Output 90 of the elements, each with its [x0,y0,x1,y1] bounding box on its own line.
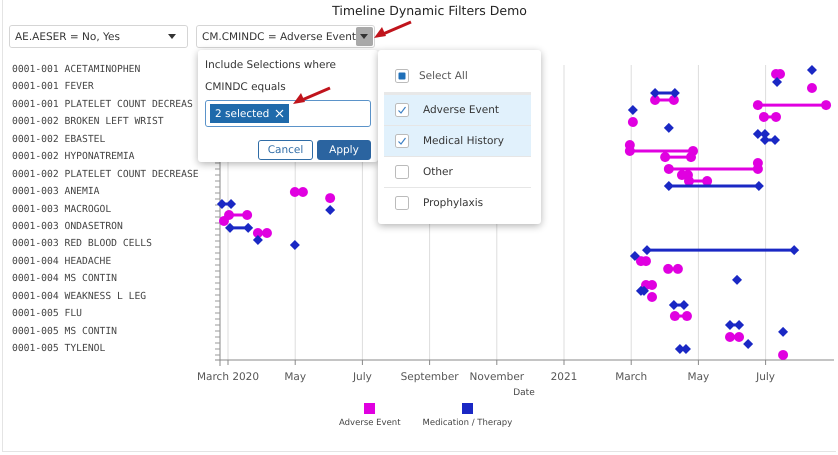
medication-marker [325,204,336,215]
event-marker [252,228,272,238]
option-row[interactable]: Adverse Event [384,95,531,126]
medication-marker [664,122,674,133]
event-marker [628,117,638,127]
arrow-icon [292,86,332,106]
medication-marker [252,234,263,245]
tick-label: May [688,371,710,383]
tick-label: November [469,371,524,383]
axis-title: Date [513,388,535,398]
medication-marker [772,77,782,88]
option-label[interactable]: Prophylaxis [423,197,484,209]
medication-marker [806,65,817,75]
popup-subheading: CMINDC equals [205,80,286,95]
medication-marker [628,104,638,115]
event-marker [724,332,744,342]
cancel-button[interactable]: Cancel [258,140,313,160]
close-icon[interactable] [275,109,284,118]
page-title: Timeline Dynamic Filters Demo [331,2,528,20]
apply-button[interactable]: Apply [317,140,371,160]
legend-label: Adverse Event [339,418,401,428]
medication-marker [216,199,236,210]
option-label[interactable]: Other [423,166,453,178]
row-label: 0001-003 MACROGOL [12,202,112,216]
medication-marker [674,344,691,354]
event-marker [325,193,336,204]
row-label: 0001-003 ANEMIA [12,185,100,200]
row-label: 0001-001 PLATELET COUNT DECREAS [12,98,193,112]
option-label[interactable]: Adverse Event [423,104,500,116]
row-label: 0001-005 TYLENOL [12,342,106,356]
dropdown-toggle[interactable] [356,27,373,46]
medication-marker [724,320,744,330]
row-label: 0001-002 EBASTEL [12,132,106,147]
arrow-icon [373,20,413,40]
option-label[interactable]: Select All [419,70,468,82]
event-marker [636,256,651,266]
event-marker [806,82,817,93]
row-label: 0001-004 WEAKNESS L LEG [12,290,146,304]
event-marker [663,264,683,274]
medication-marker [668,300,689,310]
checkbox-checked-icon[interactable] [395,103,409,117]
row-label: 0001-005 MS CONTIN [12,324,117,339]
row-label: 0001-004 MS CONTIN [12,272,117,286]
row-label: 0001-002 HYPONATREMIA [12,150,134,164]
row-label: 0001-003 ONDASETRON [12,220,123,234]
tick-label: March 2020 [196,371,260,383]
row-label: 0001-001 FEVER [12,80,94,94]
caret-icon [168,34,176,39]
row-label: 0001-001 ACETAMINOPHEN [12,63,140,77]
tick-label: 2021 [550,371,578,383]
tick-label: March [615,371,648,383]
row-label: 0001-004 HEADACHE [12,254,112,269]
medication-marker [732,274,742,285]
caret-icon [360,34,368,39]
event-marker [647,292,658,302]
dropdown-value: AE.AESER = No, Yes [15,30,121,42]
row-label: 0001-003 RED BLOOD CELLS [12,237,152,252]
medication-marker [650,88,680,98]
medication-marker [743,338,754,349]
medication-marker [225,222,254,233]
tick-label: September [400,371,459,383]
option-row[interactable]: Medical History [384,126,531,157]
selection-field[interactable]: 2 selected [205,100,371,127]
event-marker [290,186,308,197]
medication-marker [290,240,300,250]
medication-marker [778,326,788,337]
row-label: 0001-002 PLATELET COUNT DECREASE [12,168,199,182]
event-marker [670,311,692,322]
tick-label: July [352,371,372,383]
checkbox-icon[interactable] [395,196,409,210]
legend-label: Medication / Therapy [422,418,512,428]
tick-label: May [284,371,306,383]
event-marker [771,69,786,80]
event-marker [778,350,788,360]
option-label[interactable]: Medical History [423,135,504,147]
event-marker [650,95,679,106]
checkbox-checked-icon[interactable] [395,134,409,148]
filter-dropdown[interactable]: AE.AESER = No, Yes [9,25,188,48]
medication-marker [630,251,640,262]
tick-label: July [756,371,776,383]
checkbox-icon[interactable] [395,165,409,179]
filter-dropdown[interactable]: CM.CMINDC = Adverse Event [196,25,375,48]
row-label: 0001-002 BROKEN LEFT WRIST [12,115,164,130]
checkbox-partial-icon[interactable] [395,69,409,83]
popup-heading: Include Selections where [205,58,336,73]
medication-marker [636,286,649,296]
medication-marker [760,134,780,145]
row-label: 0001-005 FLU [12,307,82,322]
dropdown-value: CM.CMINDC = Adverse Event [202,30,356,42]
selection-chip[interactable]: 2 selected [210,104,290,123]
